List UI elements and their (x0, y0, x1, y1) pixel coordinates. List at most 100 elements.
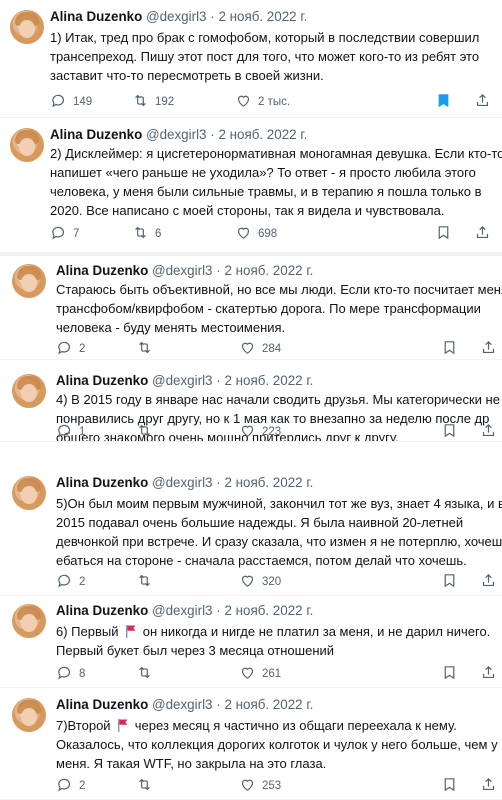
author-name[interactable]: Alina Duzenko (50, 127, 142, 142)
like-count: 223 (262, 426, 282, 438)
bookmark-button[interactable] (441, 572, 458, 592)
author-handle[interactable]: @dexgirl3 (146, 127, 207, 142)
like-button[interactable]: 261 (239, 664, 281, 684)
bookmark-button[interactable] (441, 339, 458, 359)
tweet-6[interactable]: Alina Duzenko @dexgirl3 · 2 нояб. 2022 г… (0, 596, 502, 688)
like-count: 2 тыс. (258, 96, 291, 108)
tweet-date[interactable]: 2 нояб. 2022 г. (224, 263, 313, 278)
tweet-line: трансфобом/квирфобом - скатертью дорога.… (56, 301, 481, 316)
retweet-button[interactable]: 6 (132, 224, 161, 244)
bookmark-button[interactable] (435, 224, 452, 244)
tweet-actions: 2 253 (56, 776, 496, 794)
reply-button[interactable]: 2 (56, 339, 85, 359)
like-count: 261 (262, 668, 282, 680)
share-icon (480, 572, 497, 592)
retweet-icon (136, 339, 153, 359)
avatar[interactable] (12, 698, 46, 732)
separator: · (210, 127, 215, 142)
separator: · (216, 603, 221, 618)
author-name[interactable]: Alina Duzenko (56, 603, 148, 618)
author-name[interactable]: Alina Duzenko (56, 697, 148, 712)
share-icon (474, 224, 491, 244)
retweet-icon (136, 776, 153, 796)
avatar[interactable] (12, 604, 46, 638)
retweet-button[interactable] (136, 422, 159, 442)
bookmark-button[interactable] (441, 664, 458, 684)
tweet-5[interactable]: Alina Duzenko @dexgirl3 · 2 нояб. 2022 г… (0, 442, 502, 596)
like-button[interactable]: 698 (235, 224, 277, 244)
retweet-button[interactable]: 192 (132, 92, 174, 112)
share-button[interactable] (480, 572, 497, 592)
tweet-line-part: 7)Второй (56, 718, 115, 733)
reply-button[interactable]: 149 (50, 92, 92, 112)
tweet-date[interactable]: 2 нояб. 2022 г. (224, 697, 313, 712)
retweet-button[interactable] (136, 339, 159, 359)
share-button[interactable] (474, 224, 491, 244)
tweet-date[interactable]: 2 нояб. 2022 г. (224, 373, 313, 388)
tweet-actions: 1 223 (56, 422, 496, 440)
author-name[interactable]: Alina Duzenko (56, 475, 148, 490)
bookmark-icon (435, 224, 452, 244)
author-handle[interactable]: @dexgirl3 (146, 9, 207, 24)
tweet-date[interactable]: 2 нояб. 2022 г. (218, 9, 307, 24)
reply-button[interactable]: 1 (56, 422, 85, 442)
like-button[interactable]: 2 тыс. (235, 92, 290, 112)
tweet-3[interactable]: Alina Duzenko @dexgirl3 · 2 нояб. 2022 г… (0, 256, 502, 360)
tweet-date[interactable]: 2 нояб. 2022 г. (224, 603, 313, 618)
avatar[interactable] (12, 264, 46, 298)
author-handle[interactable]: @dexgirl3 (152, 263, 213, 278)
avatar[interactable] (12, 476, 46, 510)
tweet-line: трансепреход. Пишу этот пост для того, ч… (50, 49, 480, 64)
tweet-text: Стараюсь быть объективной, но все мы люд… (56, 280, 502, 337)
tweet-2[interactable]: Alina Duzenko @dexgirl3 · 2 нояб. 2022 г… (0, 118, 502, 256)
tweet-line: 1) Итак, тред про брак с гомофобом, кото… (50, 30, 480, 45)
tweet-7[interactable]: Alina Duzenko @dexgirl3 · 2 нояб. 2022 г… (0, 688, 502, 800)
tweet-text: 1) Итак, тред про брак с гомофобом, кото… (50, 28, 479, 85)
bookmark-button[interactable] (435, 92, 452, 112)
like-count: 698 (258, 228, 278, 240)
share-button[interactable] (480, 339, 497, 359)
separator: · (216, 697, 221, 712)
author-handle[interactable]: @dexgirl3 (152, 475, 213, 490)
retweet-button[interactable] (136, 572, 159, 592)
like-button[interactable]: 320 (239, 572, 281, 592)
reply-button[interactable]: 7 (50, 224, 79, 244)
avatar[interactable] (12, 374, 46, 408)
bookmark-button[interactable] (441, 776, 458, 796)
tweet-line: 2020. Все написано с моей стороны, так я… (50, 203, 445, 218)
share-button[interactable] (480, 422, 497, 442)
share-button[interactable] (480, 664, 497, 684)
separator: · (216, 263, 221, 278)
retweet-button[interactable] (136, 776, 159, 796)
tweet-actions: 8 261 (56, 664, 496, 682)
retweet-button[interactable] (136, 664, 159, 684)
tweet-line: 2) Дисклеймер: я цисгетеронормативная мо… (50, 146, 502, 161)
avatar[interactable] (10, 10, 44, 44)
reply-button[interactable]: 8 (56, 664, 85, 684)
reply-button[interactable]: 2 (56, 572, 85, 592)
author-handle[interactable]: @dexgirl3 (152, 373, 213, 388)
reply-button[interactable]: 2 (56, 776, 85, 796)
author-name[interactable]: Alina Duzenko (56, 373, 148, 388)
tweet-4[interactable]: Alina Duzenko @dexgirl3 · 2 нояб. 2022 г… (0, 364, 502, 445)
tweet-1[interactable]: Alina Duzenko @dexgirl3 · 2 нояб. 2022 г… (0, 0, 502, 118)
avatar[interactable] (10, 128, 44, 162)
tweet-date[interactable]: 2 нояб. 2022 г. (218, 127, 307, 142)
author-name[interactable]: Alina Duzenko (50, 9, 142, 24)
tweet-text: 6) Первый он никогда и нигде не платил з… (56, 622, 490, 660)
heart-icon (235, 92, 252, 112)
tweet-date[interactable]: 2 нояб. 2022 г. (224, 475, 313, 490)
bookmark-button[interactable] (441, 422, 458, 442)
author-name[interactable]: Alina Duzenko (56, 263, 148, 278)
like-button[interactable]: 253 (239, 776, 281, 796)
like-button[interactable]: 223 (239, 422, 281, 442)
like-button[interactable]: 284 (239, 339, 281, 359)
tweet-line: девчонкой при встрече. И сразу сказала, … (56, 534, 502, 549)
reply-count: 2 (79, 343, 86, 355)
author-handle[interactable]: @dexgirl3 (152, 603, 213, 618)
author-handle[interactable]: @dexgirl3 (152, 697, 213, 712)
share-button[interactable] (474, 92, 491, 112)
tweet-line: ебаться на стороне - сначала расстаемся,… (56, 553, 467, 568)
share-button[interactable] (480, 776, 497, 796)
bookmark-icon (441, 572, 458, 592)
